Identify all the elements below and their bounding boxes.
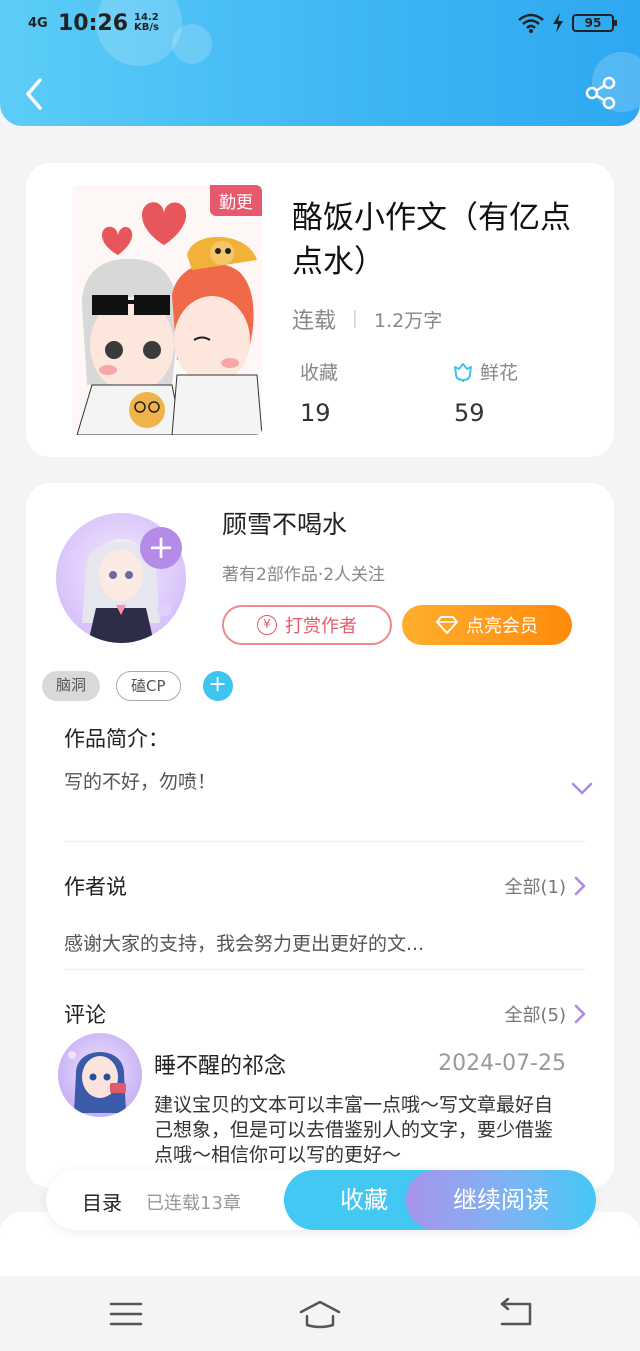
section-divider <box>64 969 586 970</box>
comments-title: 评论 <box>64 1003 106 1027</box>
table-of-contents-button[interactable]: 目录 <box>82 1187 122 1216</box>
top-header: 4G 10:26 14.2 KB/s 95 <box>0 0 640 126</box>
back-button[interactable] <box>20 74 54 114</box>
detail-card: + 顾雪不喝水 著有2部作品·2人关注 ¥ 打赏作者 点亮会员 脑洞 磕CP +… <box>26 483 614 1188</box>
favorites-stat: 收藏 19 <box>300 358 338 427</box>
book-title: 酪饭小作文（有亿点点水） <box>292 200 571 280</box>
continue-reading-button[interactable]: 继续阅读 <box>406 1170 596 1230</box>
chevron-right-icon <box>574 876 586 896</box>
network-indicator: 4G <box>28 15 48 31</box>
comments-all-label: 全部(5) <box>504 1005 567 1026</box>
chevron-right-icon <box>574 1004 586 1024</box>
status-bar: 4G 10:26 14.2 KB/s 95 <box>28 8 617 38</box>
tag-item[interactable]: 磕CP <box>116 671 181 701</box>
favorites-label: 收藏 <box>300 362 339 384</box>
tag-list: 脑洞 磕CP + <box>42 671 233 701</box>
word-count: 1.2万字 <box>374 309 443 332</box>
flower-icon <box>454 362 472 382</box>
charging-icon <box>553 13 563 33</box>
activate-vip-label: 点亮会员 <box>466 616 538 637</box>
intro-title: 作品简介： <box>64 727 169 751</box>
author-says-title: 作者说 <box>64 875 127 899</box>
author-name[interactable]: 顾雪不喝水 <box>222 505 347 541</box>
tag-item[interactable]: 脑洞 <box>42 671 101 701</box>
author-says-all-label: 全部(1) <box>504 877 567 898</box>
commenter-name[interactable]: 睡不醒的祁念 <box>154 1048 286 1080</box>
update-badge: 勤更 <box>210 185 262 216</box>
favorites-count: 19 <box>300 399 331 427</box>
home-icon[interactable] <box>298 1298 342 1330</box>
bottom-action-bar: 目录 已连载13章 收藏 继续阅读 <box>46 1170 596 1230</box>
author-says-all-link[interactable]: 全部(1) <box>505 873 587 899</box>
wifi-icon <box>518 13 544 33</box>
expand-chevron-icon[interactable] <box>570 781 594 797</box>
return-icon[interactable] <box>496 1298 536 1330</box>
commenter-avatar-illustration <box>68 1051 126 1113</box>
system-nav-bar <box>0 1276 640 1351</box>
cover-illustration <box>72 185 262 435</box>
diamond-icon <box>436 616 458 634</box>
comment-date: 2024-07-25 <box>438 1051 566 1076</box>
chapter-count: 已连载13章 <box>146 1193 241 1214</box>
flowers-label-row: 鲜花 <box>452 358 518 385</box>
commenter-avatar[interactable] <box>58 1033 142 1117</box>
flowers-stat[interactable]: 鲜花 59 <box>452 358 518 427</box>
tip-author-label: 打赏作者 <box>285 616 357 637</box>
tip-author-button[interactable]: ¥ 打赏作者 <box>222 605 392 645</box>
flowers-count: 59 <box>454 399 485 427</box>
book-cover[interactable]: 勤更 <box>72 185 262 435</box>
author-says-text[interactable]: 感谢大家的支持，我会努力更出更好的文... <box>64 929 424 956</box>
meta-divider <box>354 310 357 328</box>
battery-indicator: 95 <box>572 14 617 32</box>
follow-author-button[interactable]: + <box>140 527 182 569</box>
flowers-label: 鲜花 <box>480 362 519 384</box>
menu-icon[interactable] <box>106 1298 146 1330</box>
add-tag-button[interactable]: + <box>202 671 233 701</box>
author-info: 著有2部作品·2人关注 <box>222 565 386 585</box>
intro-text: 写的不好，勿喷！ <box>64 771 217 793</box>
comment-text[interactable]: 建议宝贝的文本可以丰富一点哦～写文章最好自己想象，但是可以去借鉴别人的文字，要少… <box>154 1093 564 1168</box>
yen-icon: ¥ <box>257 615 277 635</box>
section-divider <box>64 841 586 842</box>
share-button[interactable] <box>584 76 618 110</box>
comments-all-link[interactable]: 全部(5) <box>505 1001 587 1027</box>
book-meta: 连载 1.2万字 <box>292 303 442 335</box>
clock: 10:26 <box>58 10 129 36</box>
activate-vip-button[interactable]: 点亮会员 <box>402 605 572 645</box>
network-speed: 14.2 KB/s <box>134 12 160 33</box>
book-info-card: 勤更 酪饭小作文（有亿点点水） 连载 1.2万字 收藏 19 鲜花 59 <box>26 163 614 457</box>
serial-status: 连载 <box>292 309 337 334</box>
